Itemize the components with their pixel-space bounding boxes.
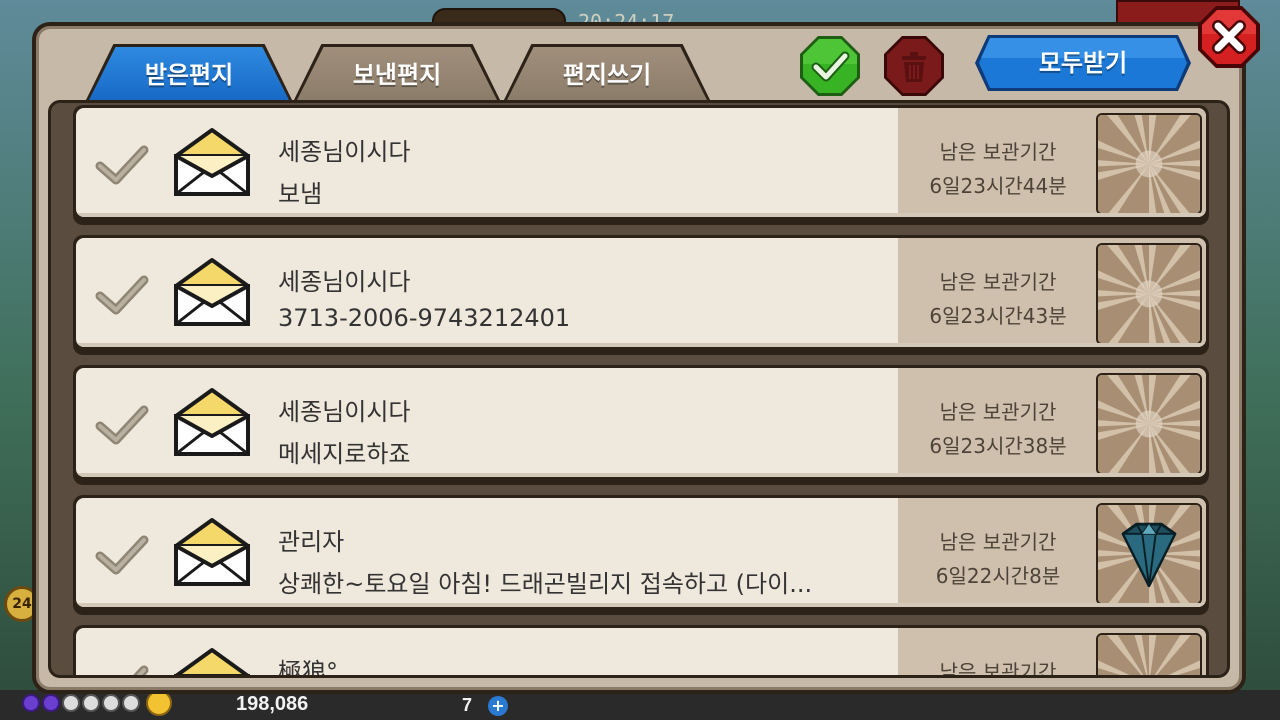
bottom-resource-bar bbox=[0, 690, 1280, 720]
expiry-panel: 남은 보관기간 6일23시간43분 bbox=[898, 238, 1206, 347]
reward-slot-sunburst-icon[interactable] bbox=[1096, 633, 1202, 678]
expiry-time: 6일23시간38분 bbox=[929, 434, 1067, 458]
expiry-panel: 남은 보관기간 bbox=[898, 628, 1206, 678]
reward-slot-sunburst-icon[interactable] bbox=[1096, 243, 1202, 345]
check-icon bbox=[800, 36, 860, 96]
expiry-label: 남은 보관기간 bbox=[939, 660, 1057, 678]
mail-row[interactable]: 세종님이시다 보냄 남은 보관기간 6일23시간44분 bbox=[73, 105, 1209, 225]
checkmark-icon[interactable] bbox=[94, 532, 150, 578]
receive-all-label: 모두받기 bbox=[1038, 49, 1128, 77]
progress-dots bbox=[22, 694, 140, 712]
mail-row[interactable]: 세종님이시다 3713-2006-9743212401 남은 보관기간 6일23… bbox=[73, 235, 1209, 355]
checkmark-icon[interactable] bbox=[94, 402, 150, 448]
reward-slot-sunburst-icon[interactable] bbox=[1096, 373, 1202, 475]
mail-sender: 세종님이시다 bbox=[278, 268, 411, 296]
expiry-panel: 남은 보관기간 6일23시간38분 bbox=[898, 368, 1206, 477]
delete-button[interactable] bbox=[882, 34, 946, 98]
tab-sent[interactable]: 보낸편지 bbox=[292, 44, 502, 104]
tab-sent-label: 보낸편지 bbox=[352, 61, 442, 89]
expiry-label: 남은 보관기간 bbox=[939, 530, 1057, 554]
close-button[interactable] bbox=[1196, 4, 1262, 70]
mail-message: 보냄 bbox=[278, 180, 323, 208]
envelope-icon bbox=[174, 258, 250, 326]
mail-row[interactable]: 관리자 상쾌한~토요일 아침! 드래곤빌리지 접속하고 (다이... 남은 보관… bbox=[73, 495, 1209, 615]
checkmark-icon[interactable] bbox=[94, 662, 150, 678]
tab-received[interactable]: 받은편지 bbox=[84, 44, 294, 104]
mail-message: 상쾌한~토요일 아침! 드래곤빌리지 접속하고 (다이... bbox=[278, 570, 813, 598]
mail-message: 3713-2006-9743212401 bbox=[278, 304, 571, 332]
expiry-label: 남은 보관기간 bbox=[939, 270, 1057, 294]
envelope-icon bbox=[174, 128, 250, 196]
expiry-label: 남은 보관기간 bbox=[939, 140, 1057, 164]
tab-write[interactable]: 편지쓰기 bbox=[502, 44, 712, 104]
mail-message: 메세지로하죠 bbox=[278, 440, 411, 468]
tab-received-label: 받은편지 bbox=[144, 61, 234, 89]
expiry-time: 6일23시간44분 bbox=[929, 174, 1067, 198]
expiry-panel: 남은 보관기간 6일23시간44분 bbox=[898, 108, 1206, 217]
envelope-icon bbox=[174, 518, 250, 586]
tab-write-label: 편지쓰기 bbox=[562, 61, 652, 89]
mail-list[interactable]: 세종님이시다 보냄 남은 보관기간 6일23시간44분 세종님이시다 3713-… bbox=[48, 100, 1230, 678]
mail-sender: 極狼° bbox=[278, 658, 338, 678]
checkmark-icon[interactable] bbox=[94, 142, 150, 188]
receive-all-button[interactable]: 모두받기 bbox=[974, 34, 1192, 92]
reward-slot-diamond-icon[interactable] bbox=[1096, 503, 1202, 605]
expiry-panel: 남은 보관기간 6일22시간8분 bbox=[898, 498, 1206, 607]
mail-sender: 세종님이시다 bbox=[278, 398, 411, 426]
gem-amount: 7 bbox=[462, 695, 473, 715]
trash-icon bbox=[884, 36, 944, 96]
add-gem-button[interactable]: + bbox=[488, 696, 508, 716]
select-all-button[interactable] bbox=[798, 34, 862, 98]
envelope-icon bbox=[174, 648, 250, 675]
mail-sender: 세종님이시다 bbox=[278, 138, 411, 166]
mail-sender: 관리자 bbox=[278, 528, 345, 556]
expiry-time: 6일23시간43분 bbox=[929, 304, 1067, 328]
mail-row[interactable]: 세종님이시다 메세지로하죠 남은 보관기간 6일23시간38분 bbox=[73, 365, 1209, 485]
mailbox-dialog: 받은편지 보낸편지 편지쓰기 모두받기 세종님이시다 보냄 남은 보관기간 6일… bbox=[32, 22, 1246, 694]
expiry-time: 6일22시간8분 bbox=[935, 564, 1061, 588]
mail-row[interactable]: 極狼° 남은 보관기간 bbox=[73, 625, 1209, 678]
gold-amount: 198,086 bbox=[236, 693, 309, 715]
close-icon bbox=[1198, 6, 1260, 68]
envelope-icon bbox=[174, 388, 250, 456]
expiry-label: 남은 보관기간 bbox=[939, 400, 1057, 424]
checkmark-icon[interactable] bbox=[94, 272, 150, 318]
reward-slot-sunburst-icon[interactable] bbox=[1096, 113, 1202, 215]
